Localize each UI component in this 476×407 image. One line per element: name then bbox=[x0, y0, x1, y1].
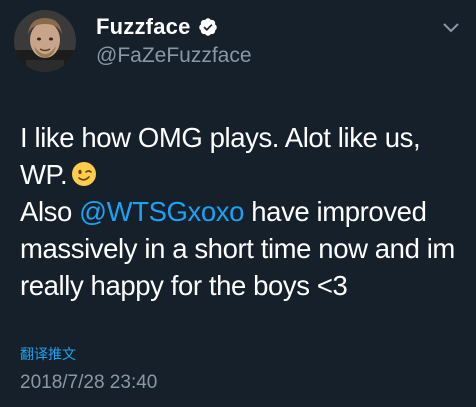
winking-face-emoji-icon bbox=[72, 162, 97, 186]
avatar[interactable] bbox=[14, 10, 76, 72]
tweet-text: I like how OMG plays. Alot like us, WP. … bbox=[20, 119, 470, 304]
chevron-down-icon[interactable] bbox=[442, 22, 460, 34]
tweet-text-also: Also bbox=[20, 196, 80, 227]
mention-link[interactable]: @WTSGxoxo bbox=[79, 196, 244, 227]
tweet-card: Fuzzface @FaZeFuzzface I like how OMG pl… bbox=[0, 0, 476, 407]
tweet-header: Fuzzface @FaZeFuzzface bbox=[14, 10, 252, 72]
user-handle[interactable]: @FaZeFuzzface bbox=[96, 44, 252, 68]
user-names: Fuzzface @FaZeFuzzface bbox=[96, 14, 252, 68]
tweet-text-line2: WP. bbox=[20, 159, 68, 190]
tweet-text-line1: I like how OMG plays. Alot like us, bbox=[20, 122, 421, 153]
verified-badge-icon bbox=[198, 18, 217, 36]
tweet-timestamp[interactable]: 2018/7/28 23:40 bbox=[20, 372, 157, 394]
display-name[interactable]: Fuzzface bbox=[96, 14, 191, 40]
display-name-row: Fuzzface bbox=[96, 14, 252, 40]
translate-tweet-link[interactable]: 翻译推文 bbox=[20, 344, 76, 364]
